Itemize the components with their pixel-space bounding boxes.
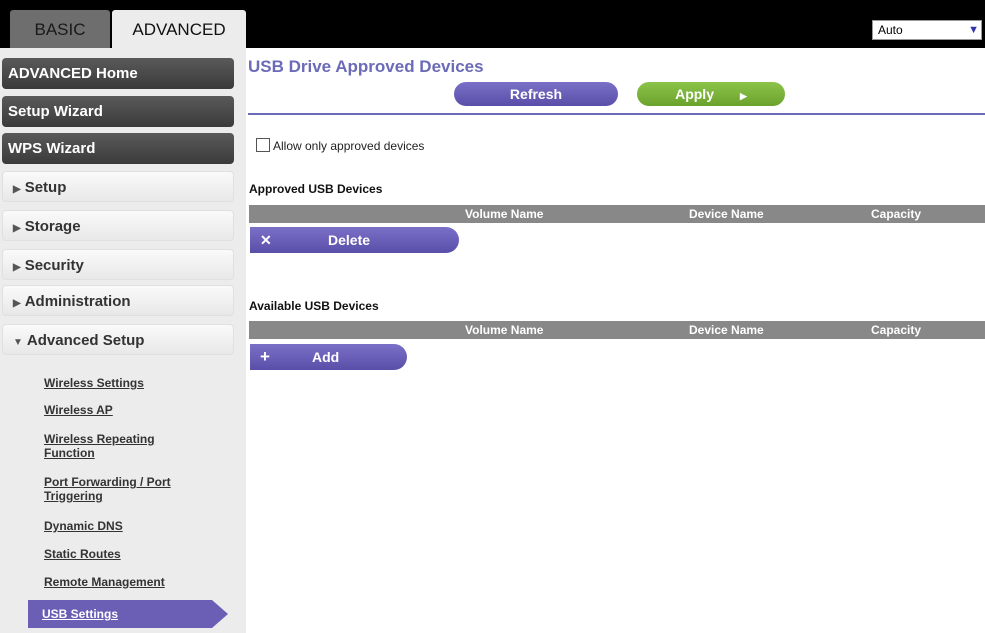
sidebar-item-advanced-home[interactable]: ADVANCED Home — [2, 58, 234, 89]
top-bar: BASIC ADVANCED Auto ▼ — [0, 0, 985, 48]
column-header: Capacity — [871, 207, 922, 221]
sidebar-item-label: Setup — [24, 179, 67, 196]
sidebar-item-security[interactable]: ▶ Security — [2, 249, 234, 280]
available-section-title: Available USB Devices — [249, 299, 379, 313]
apply-button[interactable]: Apply ▶ — [637, 82, 785, 106]
delete-button[interactable]: ✕ Delete — [250, 227, 459, 253]
submenu-wireless-ap[interactable]: Wireless AP — [44, 403, 214, 417]
apply-button-label: Apply — [675, 86, 714, 102]
sidebar-item-label: Storage — [24, 218, 81, 235]
sidebar-item-label: Security — [24, 257, 84, 274]
column-header: Device Name — [689, 323, 764, 337]
caret-right-icon: ▶ — [13, 298, 21, 309]
sidebar-item-label: Administration — [24, 293, 131, 310]
tab-advanced[interactable]: ADVANCED — [112, 10, 246, 48]
column-header: Volume Name — [465, 323, 544, 337]
approved-section-title: Approved USB Devices — [249, 182, 383, 196]
sidebar-item-wps-wizard[interactable]: WPS Wizard — [2, 133, 234, 164]
column-header: Volume Name — [465, 207, 544, 221]
delete-button-label: Delete — [328, 232, 371, 248]
sidebar-item-advanced-setup[interactable]: ▼ Advanced Setup — [2, 324, 234, 355]
page-title: USB Drive Approved Devices — [248, 57, 484, 76]
submenu-wireless-settings[interactable]: Wireless Settings — [44, 376, 214, 390]
plus-icon: + — [260, 347, 270, 366]
close-icon: ✕ — [260, 232, 272, 248]
title-divider — [248, 113, 985, 115]
allow-approved-label: Allow only approved devices — [273, 139, 425, 153]
caret-right-icon: ▶ — [739, 91, 747, 101]
sidebar-item-setup[interactable]: ▶ Setup — [2, 171, 234, 202]
sidebar-item-administration[interactable]: ▶ Administration — [2, 285, 234, 316]
column-header: Device Name — [689, 207, 764, 221]
sidebar-item-setup-wizard[interactable]: Setup Wizard — [2, 96, 234, 127]
language-select-value: Auto — [878, 23, 903, 37]
sidebar-item-label: Advanced Setup — [26, 332, 145, 349]
language-select[interactable]: Auto ▼ — [872, 20, 982, 40]
submenu-usb-settings[interactable]: USB Settings — [28, 600, 228, 628]
sidebar: ADVANCED Home Setup Wizard WPS Wizard ▶ S… — [0, 48, 246, 633]
submenu-remote-management[interactable]: Remote Management — [44, 575, 214, 589]
caret-right-icon: ▶ — [13, 184, 21, 195]
available-table-header: Volume Name Device Name Capacity — [249, 321, 985, 339]
submenu-port-forwarding[interactable]: Port Forwarding / Port Triggering — [44, 475, 204, 503]
add-button-label: Add — [312, 349, 340, 365]
submenu-static-routes[interactable]: Static Routes — [44, 547, 214, 561]
caret-right-icon: ▶ — [13, 262, 21, 273]
tab-basic[interactable]: BASIC — [10, 10, 110, 48]
allow-approved-row: Allow only approved devices — [256, 138, 424, 153]
sidebar-item-storage[interactable]: ▶ Storage — [2, 210, 234, 241]
allow-approved-checkbox[interactable] — [256, 138, 270, 152]
submenu-dynamic-dns[interactable]: Dynamic DNS — [44, 519, 214, 533]
submenu-wireless-repeating[interactable]: Wireless Repeating Function — [44, 432, 184, 460]
caret-down-icon: ▼ — [13, 337, 23, 348]
refresh-button[interactable]: Refresh — [454, 82, 618, 106]
column-header: Capacity — [871, 323, 922, 337]
caret-right-icon: ▶ — [13, 223, 21, 234]
chevron-down-icon: ▼ — [968, 24, 979, 36]
add-button[interactable]: + Add — [250, 344, 407, 370]
approved-table-header: Volume Name Device Name Capacity — [249, 205, 985, 223]
